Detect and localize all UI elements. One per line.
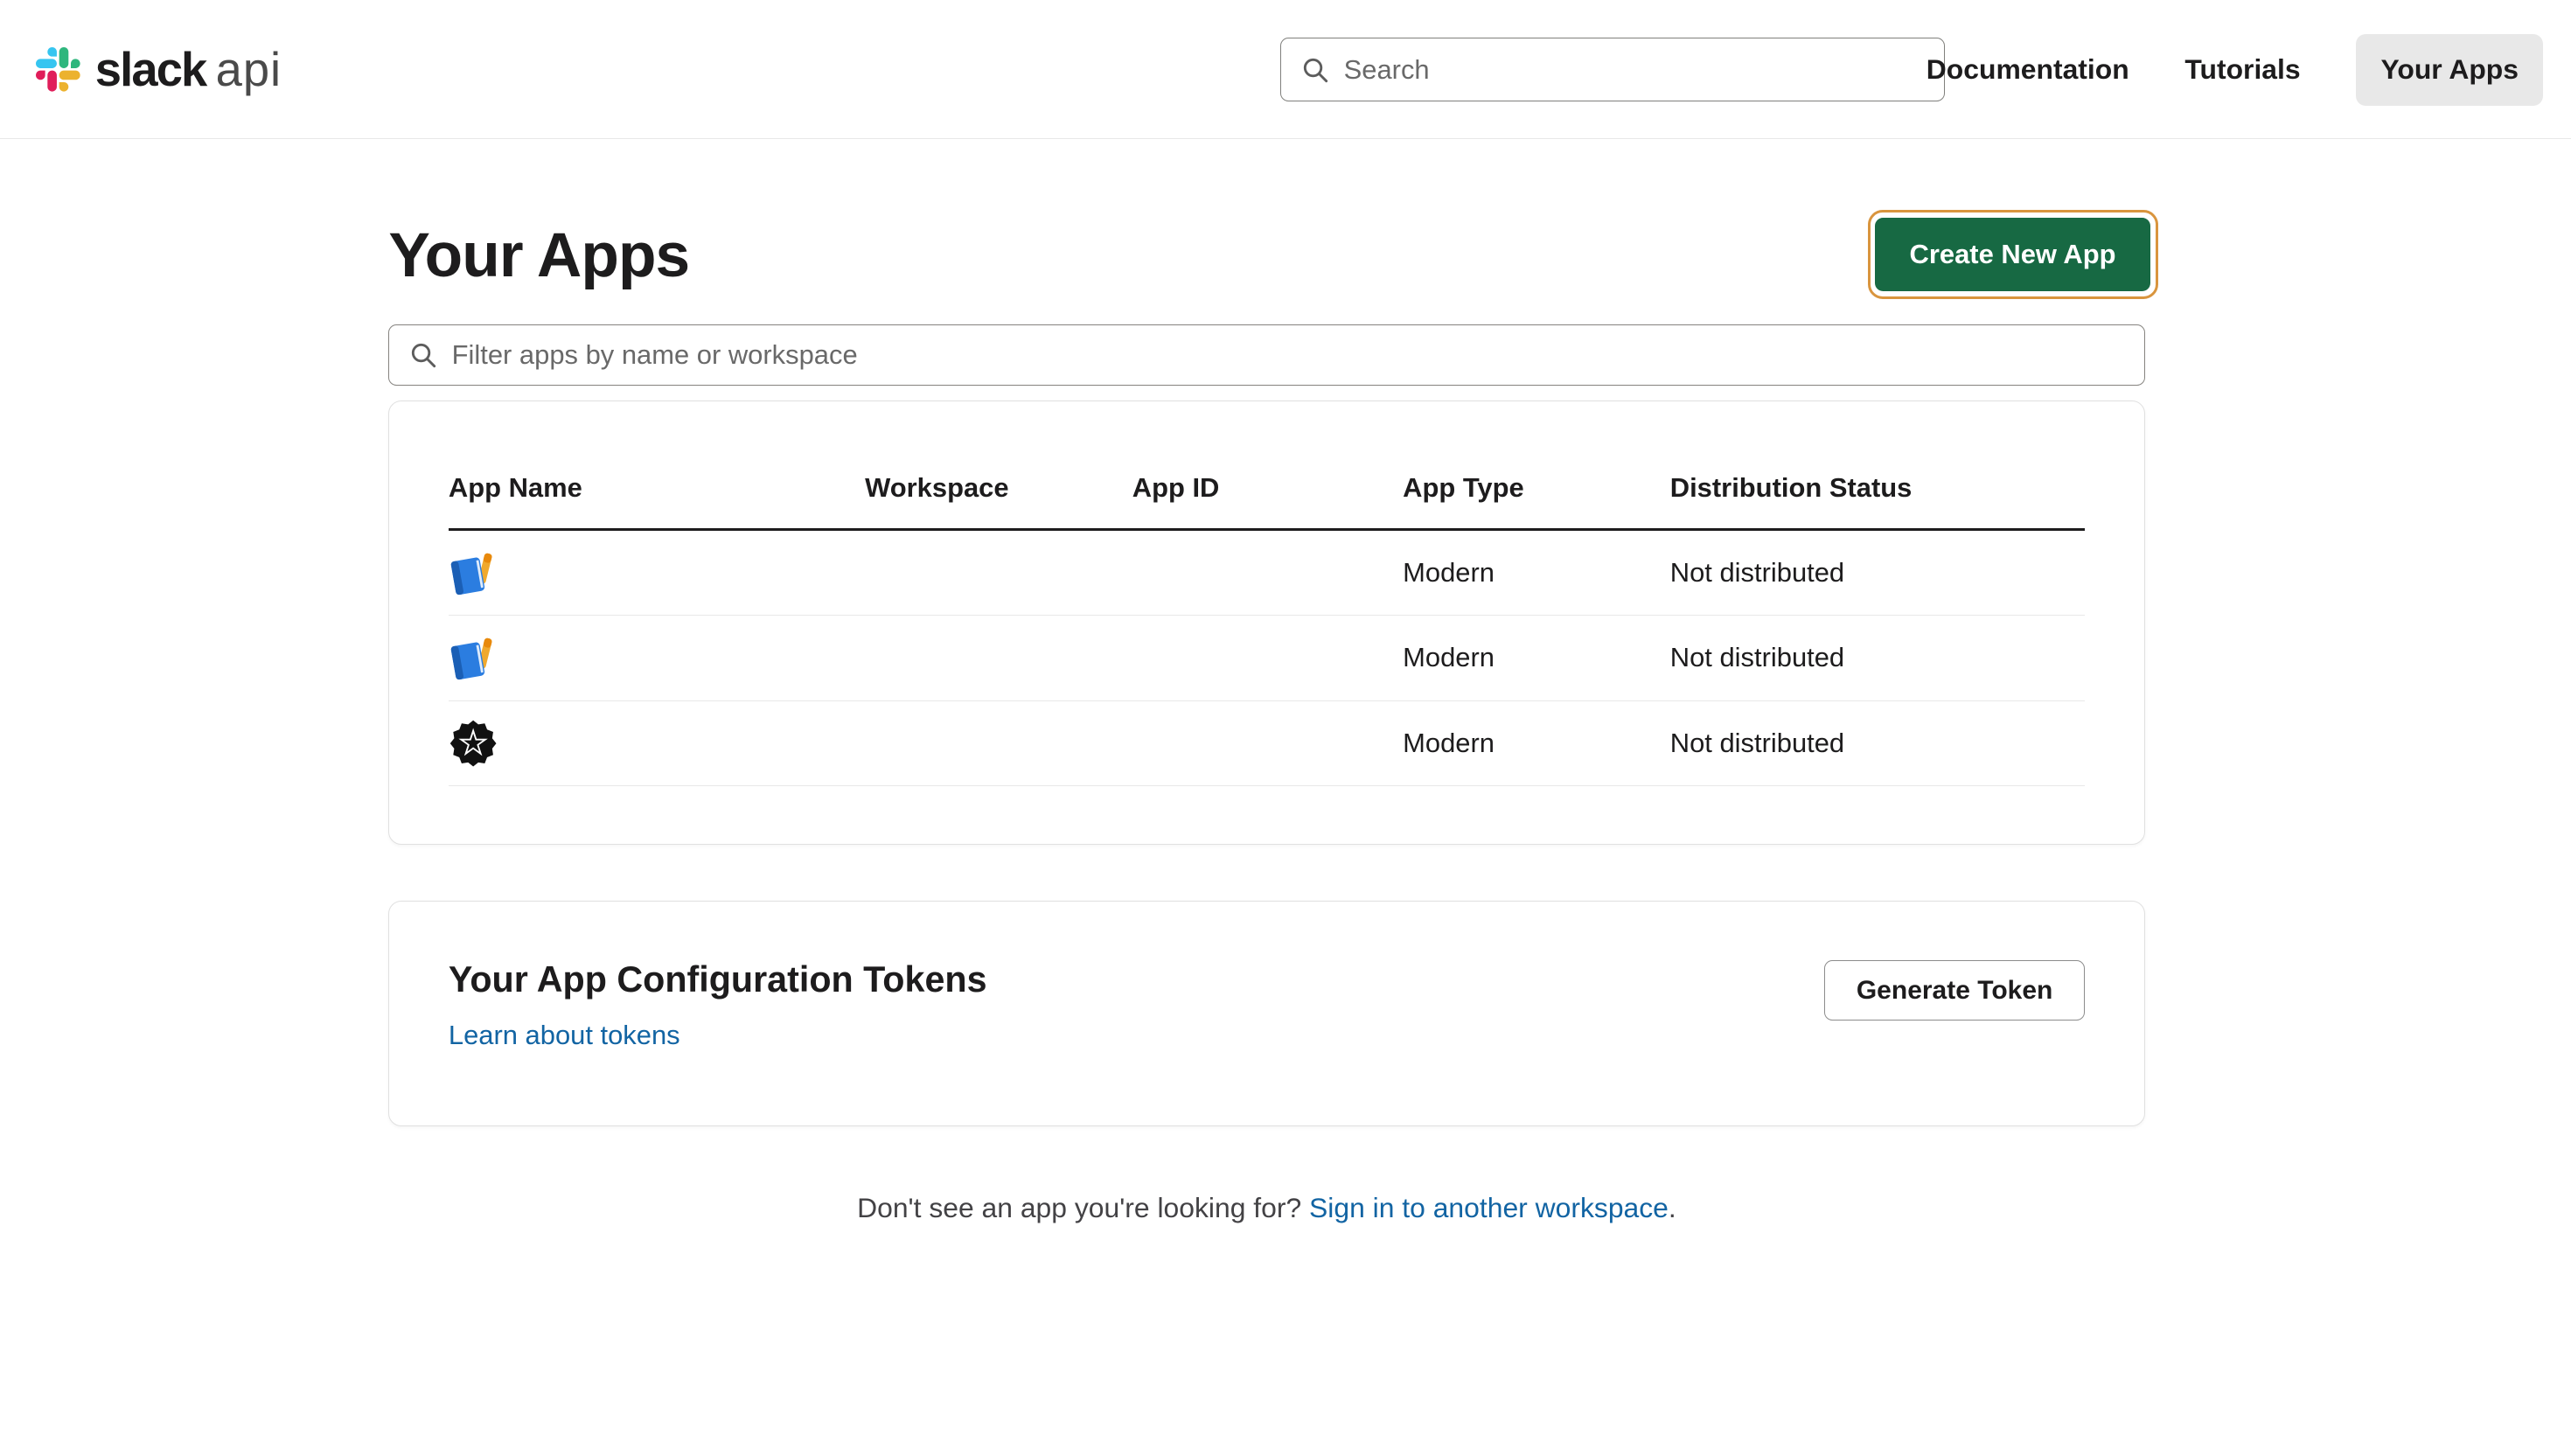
app-type-cell: Modern — [1403, 557, 1670, 589]
column-app-id: App ID — [1132, 472, 1403, 504]
slack-logo-icon — [36, 47, 80, 92]
page: slack api Documentation Tutorials Your A… — [0, 0, 2571, 1456]
filter-apps-input[interactable] — [452, 339, 2124, 371]
star-badge-icon — [449, 719, 498, 768]
footer-prompt-text: Don't see an app you're looking for? — [857, 1192, 1309, 1223]
logo-text-slack: slack — [95, 42, 206, 97]
nav-documentation[interactable]: Documentation — [1927, 53, 2129, 86]
app-name-cell — [449, 633, 865, 682]
distribution-status-cell: Not distributed — [1670, 728, 2085, 759]
app-type-cell: Modern — [1403, 728, 1670, 759]
app-table-body: Modern Not distributed — [449, 531, 2085, 787]
footer-suffix: . — [1669, 1192, 1676, 1223]
create-new-app-button[interactable]: Create New App — [1875, 218, 2150, 291]
generate-token-button[interactable]: Generate Token — [1824, 960, 2085, 1021]
apps-table-card: App Name Workspace App ID App Type Distr… — [388, 401, 2144, 845]
table-row[interactable]: Modern Not distributed — [449, 531, 2085, 617]
filter-apps-box[interactable] — [388, 324, 2144, 385]
header-search-input[interactable] — [1344, 54, 1925, 86]
distribution-status-cell: Not distributed — [1670, 642, 2085, 673]
config-tokens-card: Your App Configuration Tokens Learn abou… — [388, 901, 2144, 1127]
sign-in-another-workspace-link[interactable]: Sign in to another workspace — [1309, 1192, 1669, 1223]
column-app-name: App Name — [449, 472, 865, 504]
header-search-box[interactable] — [1280, 38, 1944, 101]
column-app-type: App Type — [1403, 472, 1670, 504]
table-row[interactable]: Modern Not distributed — [449, 616, 2085, 701]
search-icon — [1301, 56, 1329, 84]
filter-search-icon — [409, 341, 437, 369]
slack-api-logo[interactable]: slack api — [36, 0, 282, 139]
blue-notebook-icon — [449, 633, 498, 682]
main-content: Your Apps Create New App App Name Worksp… — [388, 139, 2144, 1224]
app-name-cell — [449, 548, 865, 597]
app-type-cell: Modern — [1403, 642, 1670, 673]
blue-notebook-icon — [449, 548, 498, 597]
column-distribution-status: Distribution Status — [1670, 472, 2085, 504]
top-nav: Documentation Tutorials Your Apps — [1927, 0, 2543, 139]
table-row[interactable]: Modern Not distributed — [449, 701, 2085, 787]
site-header: slack api Documentation Tutorials Your A… — [0, 0, 2571, 139]
learn-about-tokens-link[interactable]: Learn about tokens — [449, 1020, 680, 1051]
distribution-status-cell: Not distributed — [1670, 557, 2085, 589]
table-header-row: App Name Workspace App ID App Type Distr… — [449, 401, 2085, 531]
app-name-cell — [449, 719, 865, 768]
logo-text-api: api — [216, 42, 282, 97]
create-app-focus-ring: Create New App — [1868, 210, 2158, 299]
page-footer: Don't see an app you're looking for? Sig… — [388, 1192, 2144, 1224]
nav-your-apps[interactable]: Your Apps — [2356, 34, 2543, 106]
column-workspace: Workspace — [865, 472, 1132, 504]
nav-tutorials[interactable]: Tutorials — [2184, 53, 2300, 86]
